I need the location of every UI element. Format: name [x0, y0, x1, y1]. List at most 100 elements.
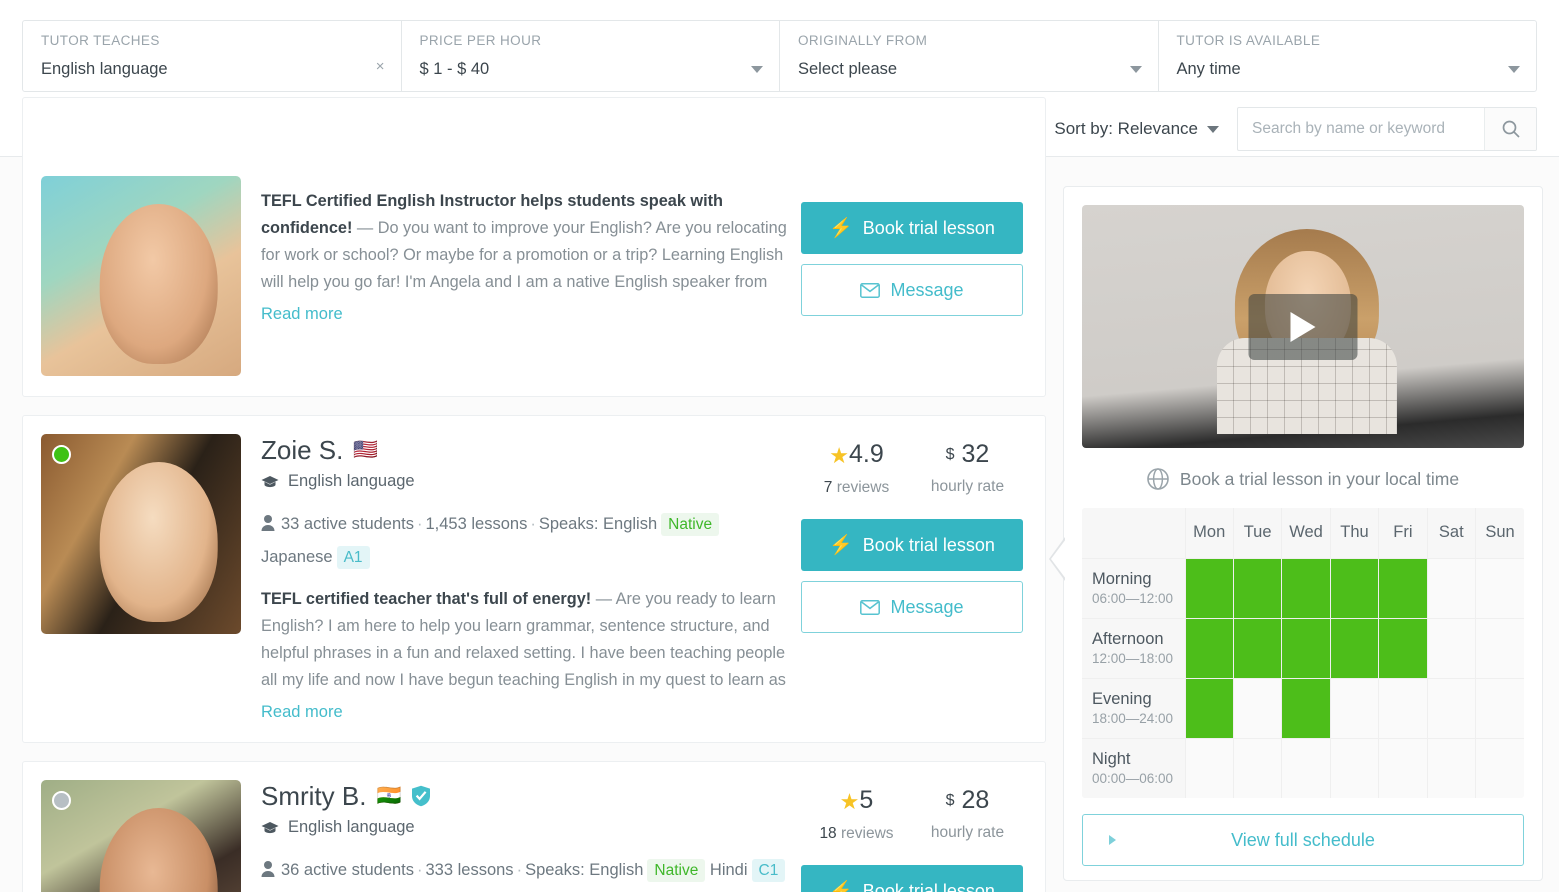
schedule-cell-unavailable[interactable] [1427, 618, 1475, 678]
schedule-cell-available[interactable] [1379, 558, 1427, 618]
schedule-cell-available[interactable] [1185, 618, 1233, 678]
message-button[interactable]: Message [801, 581, 1023, 633]
schedule-cell-unavailable[interactable] [1476, 678, 1524, 738]
schedule-cell-unavailable[interactable] [1427, 558, 1475, 618]
schedule-cell-unavailable[interactable] [1476, 558, 1524, 618]
schedule-cell-available[interactable] [1330, 558, 1378, 618]
close-icon[interactable]: × [376, 59, 385, 74]
schedule-day-header: Mon [1185, 508, 1233, 558]
read-more-link[interactable]: Read more [261, 305, 343, 324]
tutor-name[interactable]: Smrity B. [261, 780, 366, 812]
availability-schedule-table: Mon Tue Wed Thu Fri Sat Sun Morning06:00… [1082, 508, 1524, 798]
play-icon [1291, 312, 1316, 342]
avatar[interactable] [41, 176, 241, 376]
tutor-subject-row: English language [261, 472, 791, 491]
filter-value: Select please [798, 59, 1140, 79]
status-indicator-online [52, 445, 71, 464]
tutor-lessons-count: 333 lessons [426, 861, 514, 879]
schedule-cell-available[interactable] [1282, 678, 1330, 738]
schedule-cell-available[interactable] [1282, 558, 1330, 618]
schedule-slot-name: Night [1092, 749, 1185, 770]
currency-symbol: $ [946, 446, 955, 463]
read-more-link[interactable]: Read more [261, 703, 343, 722]
schedule-slot-time: 18:00—24:00 [1092, 710, 1185, 728]
book-trial-lesson-button[interactable]: ⚡ Book trial lesson [801, 865, 1023, 892]
book-trial-lesson-button[interactable]: ⚡ Book trial lesson [801, 519, 1023, 571]
schedule-cell-available[interactable] [1379, 618, 1427, 678]
schedule-cell-available[interactable] [1185, 678, 1233, 738]
tutor-intro-video[interactable] [1082, 205, 1524, 448]
tutor-second-language: Japanese [261, 548, 333, 566]
chevron-down-icon [1207, 126, 1219, 133]
filter-tutor-is-available[interactable]: TUTOR IS AVAILABLE Any time [1159, 21, 1537, 91]
schedule-cell-unavailable[interactable] [1427, 738, 1475, 798]
tutor-action-column: ★4.9 7 reviews $ 32 hourly rate [801, 434, 1023, 722]
search-input[interactable] [1238, 108, 1484, 150]
schedule-day-header: Sun [1476, 508, 1524, 558]
schedule-cell-unavailable[interactable] [1427, 678, 1475, 738]
graduation-cap-icon [261, 475, 279, 489]
schedule-row: Night00:00—06:00 [1082, 738, 1524, 798]
language-level-badge-native: Native [661, 513, 719, 536]
avatar[interactable] [41, 434, 241, 634]
tutor-avatar-column [41, 176, 241, 376]
schedule-cell-unavailable[interactable] [1379, 678, 1427, 738]
tutor-avatar-column [41, 780, 241, 892]
schedule-slot-time: 00:00—06:00 [1092, 770, 1185, 788]
schedule-cell-unavailable[interactable] [1233, 738, 1281, 798]
search-button[interactable] [1484, 108, 1536, 150]
reviews-count: 7 [824, 479, 833, 496]
chevron-down-icon[interactable] [751, 66, 763, 73]
tutor-subject: English language [288, 818, 415, 837]
tutor-name-row: Smrity B. 🇮🇳 [261, 780, 791, 812]
schedule-cell-unavailable[interactable] [1185, 738, 1233, 798]
schedule-cell-unavailable[interactable] [1476, 618, 1524, 678]
tutor-rate-row: ★5 18 reviews $ 28 hourly rate [801, 784, 1023, 843]
tutor-rating-value: ★4.9 [801, 438, 912, 472]
rating-number: 5 [859, 786, 873, 814]
tutor-speaks-prefix: Speaks: English [539, 515, 657, 533]
tutor-card[interactable]: Zoie S. 🇺🇸 English language 33 active st… [22, 415, 1046, 743]
bolt-icon: ⚡ [829, 533, 853, 557]
tutor-card[interactable]: Smrity B. 🇮🇳 English language [22, 761, 1046, 892]
schedule-cell-unavailable[interactable] [1476, 738, 1524, 798]
tutor-action-column: ★5 18 reviews $ 28 hourly rate [801, 780, 1023, 892]
tutor-active-students: 33 active students [281, 515, 414, 533]
tutor-description-headline: TEFL certified teacher that's full of en… [261, 590, 591, 608]
schedule-cell-available[interactable] [1330, 618, 1378, 678]
schedule-cell-unavailable[interactable] [1330, 678, 1378, 738]
filter-price-per-hour[interactable]: PRICE PER HOUR $ 1 - $ 40 [402, 21, 781, 91]
envelope-icon [860, 283, 880, 298]
message-button[interactable]: Message [801, 264, 1023, 316]
schedule-slot-label: Morning06:00—12:00 [1082, 558, 1185, 618]
chevron-down-icon[interactable] [1508, 66, 1520, 73]
schedule-day-header: Thu [1330, 508, 1378, 558]
sort-by-dropdown[interactable]: Sort by: Relevance [1054, 119, 1219, 139]
tutor-price-label: hourly rate [912, 824, 1023, 842]
book-trial-lesson-button[interactable]: ⚡ Book trial lesson [801, 202, 1023, 254]
tutor-subject-row: English language [261, 818, 791, 837]
schedule-row: Afternoon12:00—18:00 [1082, 618, 1524, 678]
filter-originally-from[interactable]: ORIGINALLY FROM Select please [780, 21, 1159, 91]
schedule-header: Mon Tue Wed Thu Fri Sat Sun [1082, 508, 1524, 558]
schedule-cell-unavailable[interactable] [1282, 738, 1330, 798]
view-full-schedule-button[interactable]: View full schedule [1082, 814, 1524, 866]
chevron-down-icon[interactable] [1130, 66, 1142, 73]
schedule-cell-available[interactable] [1233, 618, 1281, 678]
schedule-cell-available[interactable] [1282, 618, 1330, 678]
schedule-cell-unavailable[interactable] [1330, 738, 1378, 798]
schedule-cell-unavailable[interactable] [1379, 738, 1427, 798]
avatar[interactable] [41, 780, 241, 892]
play-button[interactable] [1249, 294, 1358, 360]
schedule-body: Morning06:00—12:00Afternoon12:00—18:00Ev… [1082, 558, 1524, 798]
tutor-name[interactable]: Zoie S. [261, 434, 343, 466]
schedule-row: Evening18:00—24:00 [1082, 678, 1524, 738]
tutor-card[interactable]: TEFL Certified English Instructor helps … [22, 97, 1046, 397]
schedule-cell-available[interactable] [1185, 558, 1233, 618]
schedule-cell-unavailable[interactable] [1233, 678, 1281, 738]
tutor-active-students: 36 active students [281, 861, 414, 879]
filter-tutor-teaches[interactable]: TUTOR TEACHES English language × [23, 21, 402, 91]
tutor-info-column: Smrity B. 🇮🇳 English language [241, 780, 801, 892]
schedule-cell-available[interactable] [1233, 558, 1281, 618]
globe-icon [1147, 468, 1169, 490]
